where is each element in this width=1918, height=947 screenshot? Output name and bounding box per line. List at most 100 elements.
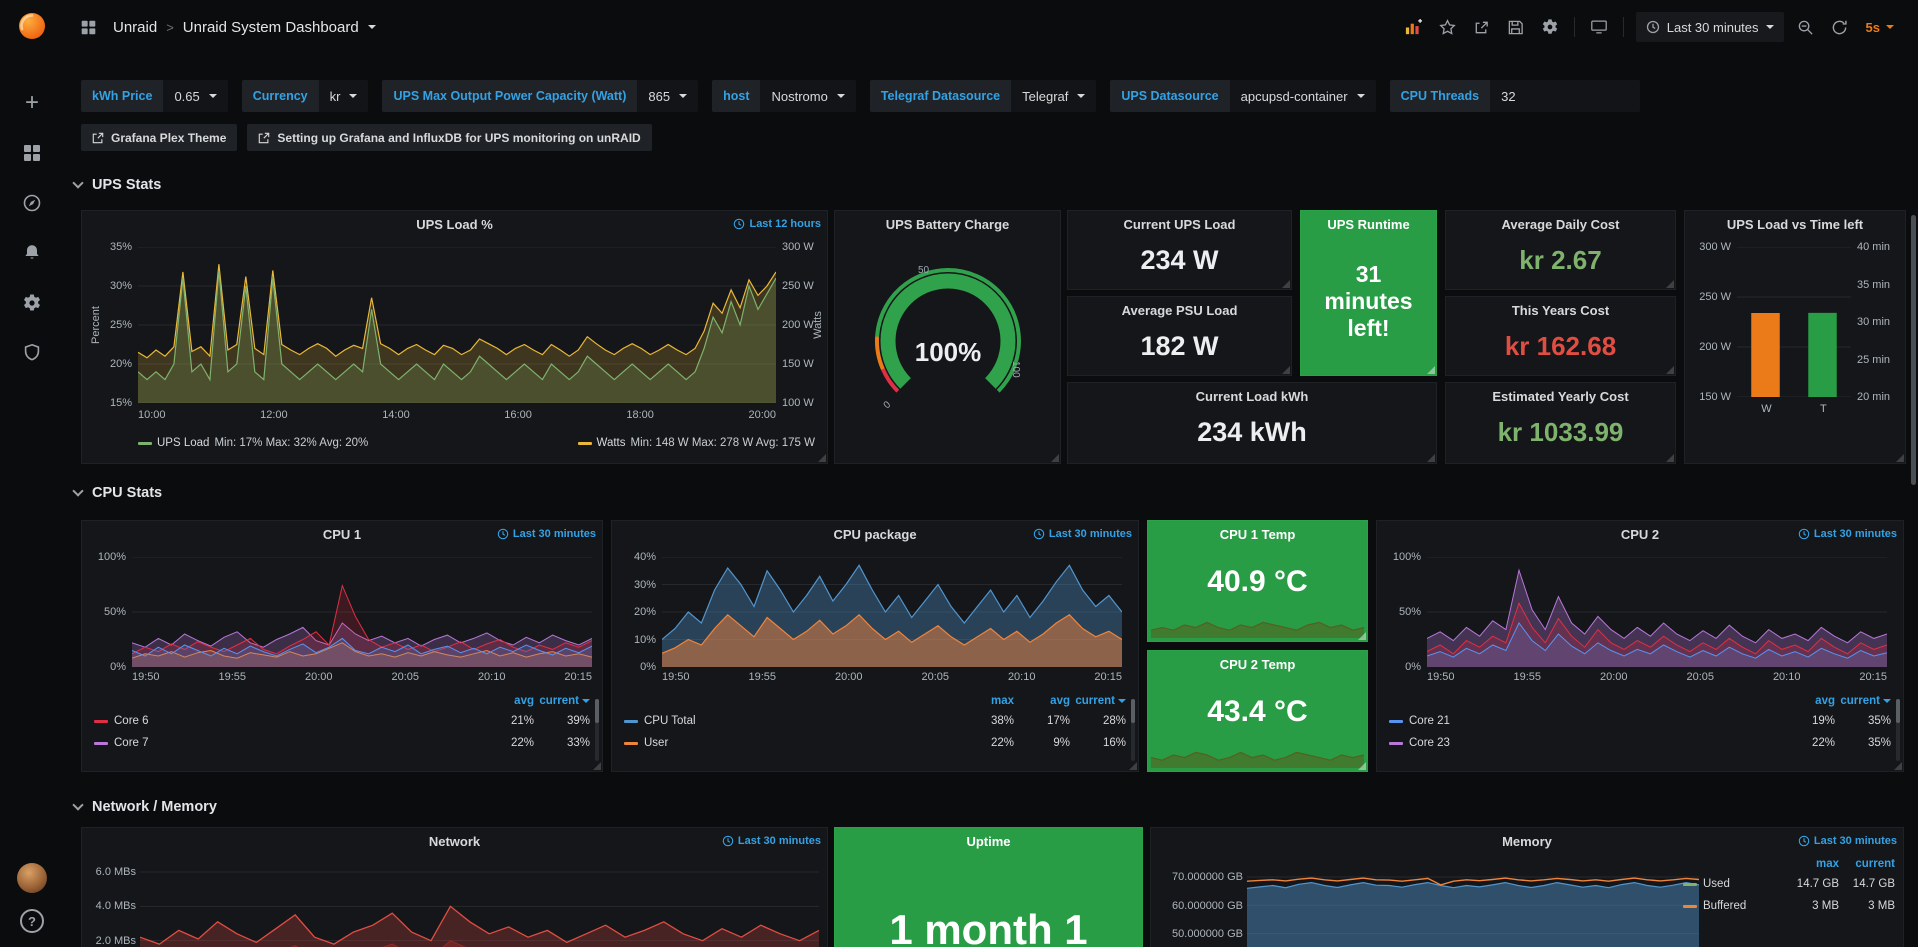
legend-item[interactable]: UPS LoadMin: 17% Max: 32% Avg: 20% (138, 437, 368, 449)
legend-col-max[interactable]: max (1783, 858, 1839, 870)
panel-resize-handle[interactable] (1427, 366, 1435, 374)
save-icon[interactable] (1500, 12, 1532, 42)
panel-title[interactable]: CPU 1 Temp (1148, 521, 1367, 547)
panel-resize-handle[interactable] (1666, 280, 1674, 288)
panel-title[interactable]: UPS Runtime (1301, 211, 1436, 237)
legend-col-avg[interactable]: avg (478, 695, 534, 707)
link-grafana-plex-theme[interactable]: Grafana Plex Theme (81, 124, 237, 151)
share-icon[interactable] (1466, 12, 1498, 42)
variable-currency: Currency kr (242, 80, 369, 112)
help-icon[interactable]: ? (20, 909, 44, 933)
variable-value-dropdown[interactable]: Nostromo (760, 80, 855, 112)
ups-load-chart[interactable] (138, 247, 776, 403)
series-name[interactable]: Core 23 (1389, 737, 1779, 749)
series-name[interactable]: Watts (597, 437, 626, 449)
dashboards-icon[interactable] (14, 135, 50, 171)
network-chart[interactable] (140, 860, 819, 947)
panel-title[interactable]: Average PSU Load (1068, 297, 1291, 323)
panel-resize-handle[interactable] (1666, 366, 1674, 374)
panel-resize-handle[interactable] (1282, 280, 1290, 288)
panel-resize-handle[interactable] (1896, 454, 1904, 462)
panel-resize-handle[interactable] (1666, 454, 1674, 462)
cpu1-chart[interactable] (132, 557, 592, 667)
panel-resize-handle[interactable] (1894, 762, 1902, 770)
legend-col-current[interactable]: current (1070, 695, 1126, 707)
cpu-package-chart[interactable] (662, 557, 1122, 667)
legend-col-current[interactable]: current (1835, 695, 1891, 707)
star-icon[interactable] (1432, 12, 1464, 42)
add-panel-icon[interactable] (1398, 12, 1430, 42)
panel-title[interactable]: Uptime (835, 828, 1142, 854)
panel-title[interactable]: Network (82, 828, 827, 854)
panel-title[interactable]: Average Daily Cost (1446, 211, 1675, 237)
zoom-out-icon[interactable] (1790, 12, 1822, 42)
user-avatar[interactable] (17, 863, 47, 893)
row-header-network-memory[interactable]: Network / Memory (74, 796, 217, 818)
series-name[interactable]: CPU Total (624, 715, 958, 727)
legend-scrollbar[interactable] (595, 699, 599, 761)
breadcrumb-root[interactable]: Unraid (113, 19, 157, 36)
legend-col-current[interactable]: current (534, 695, 590, 707)
link-ups-monitoring-guide[interactable]: Setting up Grafana and InfluxDB for UPS … (247, 124, 651, 151)
legend-item[interactable]: Watts Min: 148 W Max: 278 W Avg: 175 W (578, 437, 815, 449)
legend-col-avg[interactable]: avg (1779, 695, 1835, 707)
panel-resize-handle[interactable] (1051, 454, 1059, 462)
panel-title[interactable]: CPU 2 Temp (1148, 651, 1367, 677)
row-header-cpu-stats[interactable]: CPU Stats (74, 482, 162, 504)
dashboard-title[interactable]: Unraid System Dashboard (183, 19, 359, 36)
tv-mode-icon[interactable] (1583, 12, 1615, 42)
explore-icon[interactable] (14, 185, 50, 221)
server-admin-icon[interactable] (14, 335, 50, 371)
cpu2-chart[interactable] (1427, 557, 1887, 667)
alerting-icon[interactable] (14, 235, 50, 271)
variable-value-dropdown[interactable]: 0.65 (163, 80, 227, 112)
page-scrollbar-thumb[interactable] (1911, 215, 1916, 485)
cpu-threads-input[interactable] (1490, 80, 1640, 112)
panel-resize-handle[interactable] (1129, 762, 1137, 770)
legend-scrollbar[interactable] (1131, 699, 1135, 761)
configuration-icon[interactable] (14, 285, 50, 321)
refresh-icon[interactable] (1824, 12, 1856, 42)
settings-icon[interactable] (1534, 12, 1566, 42)
legend-col-max[interactable]: max (958, 695, 1014, 707)
panel-title[interactable]: Memory (1151, 828, 1903, 854)
variable-value-dropdown[interactable]: 865 (637, 80, 698, 112)
legend-scrollbar[interactable] (1896, 699, 1900, 761)
series-name[interactable]: Core 7 (94, 737, 478, 749)
grafana-logo[interactable] (16, 10, 48, 45)
series-name[interactable]: Buffered (1683, 900, 1783, 912)
variable-value-dropdown[interactable]: apcupsd-container (1230, 80, 1376, 112)
memory-chart[interactable] (1247, 860, 1699, 947)
panel-title[interactable]: UPS Battery Charge (835, 211, 1060, 237)
panel-resize-handle[interactable] (593, 762, 601, 770)
panel-title[interactable]: UPS Load % (82, 211, 827, 237)
ups-bars-chart[interactable] (1737, 247, 1851, 397)
variable-value-dropdown[interactable]: Telegraf (1011, 80, 1096, 112)
series-name[interactable]: User (624, 737, 958, 749)
variable-value-dropdown[interactable]: kr (319, 80, 369, 112)
panel-resize-handle[interactable] (1427, 454, 1435, 462)
panel-title[interactable]: This Years Cost (1446, 297, 1675, 323)
legend-col-current[interactable]: current (1839, 858, 1895, 870)
apps-grid-icon[interactable] (72, 12, 104, 42)
panel-title[interactable]: Estimated Yearly Cost (1446, 383, 1675, 409)
refresh-interval-picker[interactable]: 5s (1858, 20, 1902, 35)
panel-resize-handle[interactable] (1358, 762, 1366, 770)
panel-title[interactable]: UPS Load vs Time left (1685, 211, 1905, 237)
panel-title[interactable]: Current Load kWh (1068, 383, 1436, 409)
y-axis-ticks-left: 300 W250 W200 W150 W (1689, 241, 1731, 403)
panel-title[interactable]: Current UPS Load (1068, 211, 1291, 237)
panel-resize-handle[interactable] (818, 454, 826, 462)
series-name[interactable]: UPS Load (157, 437, 209, 449)
panel-resize-handle[interactable] (1282, 366, 1290, 374)
row-header-ups-stats[interactable]: UPS Stats (74, 174, 161, 196)
series-name[interactable]: Used (1683, 878, 1783, 890)
series-name[interactable]: Core 21 (1389, 715, 1779, 727)
series-stats: Min: 148 W Max: 278 W Avg: 175 W (631, 437, 816, 449)
series-name[interactable]: Core 6 (94, 715, 478, 727)
legend-col-avg[interactable]: avg (1014, 695, 1070, 707)
time-range-picker[interactable]: Last 30 minutes (1636, 12, 1784, 42)
create-icon[interactable]: + (14, 85, 50, 121)
caret-down-icon[interactable] (368, 25, 376, 29)
panel-resize-handle[interactable] (1358, 632, 1366, 640)
